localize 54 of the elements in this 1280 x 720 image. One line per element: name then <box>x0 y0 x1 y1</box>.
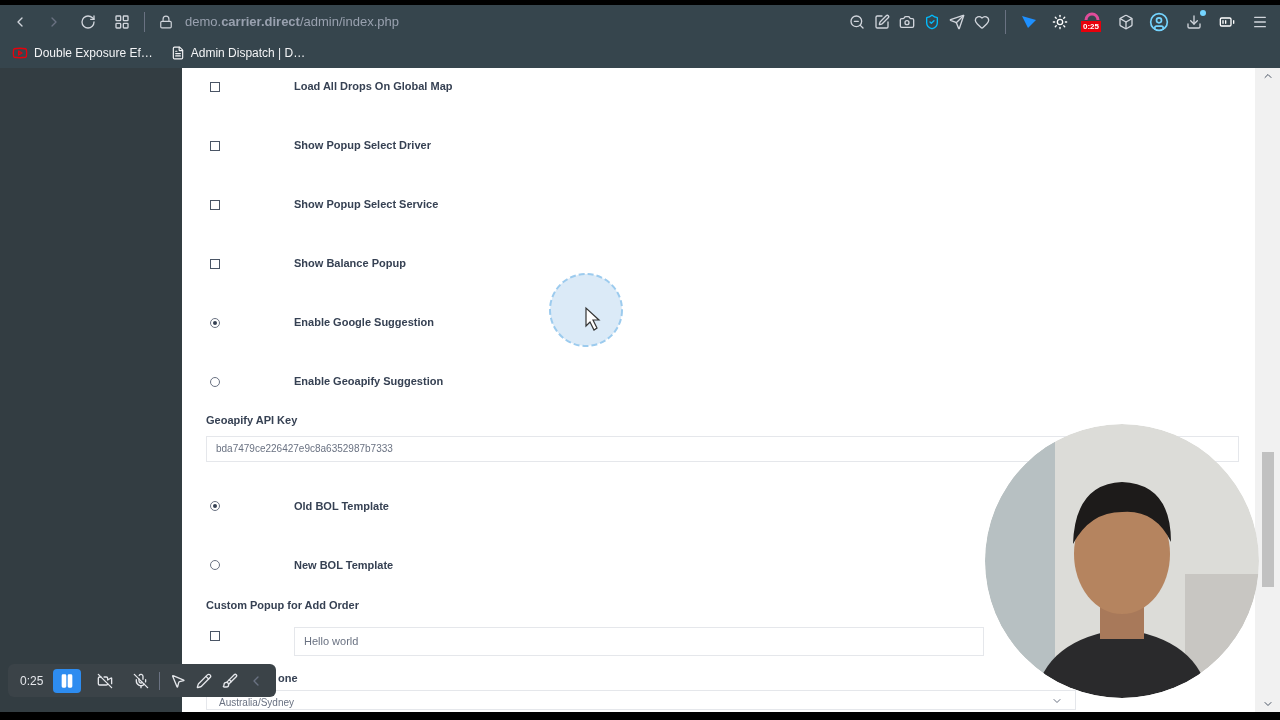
download-icon[interactable] <box>1186 13 1202 30</box>
checkbox[interactable] <box>210 199 220 210</box>
document-icon <box>170 46 185 60</box>
sun-icon[interactable] <box>1052 13 1068 30</box>
shield-icon[interactable] <box>924 13 940 30</box>
lock-icon <box>159 14 173 29</box>
bookmark[interactable]: Double Exposure Ef… <box>12 44 153 62</box>
timer-badge: 0:25 <box>1081 20 1101 32</box>
option-label: New BOL Template <box>294 557 394 573</box>
option-label: Show Balance Popup <box>294 256 406 272</box>
option-label: Old BOL Template <box>294 498 389 514</box>
send-icon[interactable] <box>949 13 965 30</box>
option-label: Show Popup Select Driver <box>294 138 431 154</box>
video-icon <box>12 45 28 61</box>
option-label: Enable Geoapify Suggestion <box>294 374 444 390</box>
heart-icon[interactable] <box>974 13 990 30</box>
recording-time: 0:25 <box>20 672 44 690</box>
zoom-out-icon[interactable] <box>849 13 865 30</box>
cursor-highlight-icon <box>548 272 624 348</box>
popup-text-field[interactable]: Hello world <box>294 626 984 656</box>
camera-icon[interactable] <box>899 13 915 30</box>
reload-icon[interactable] <box>80 13 96 30</box>
address-bar[interactable]: demo.carrier.direct/admin/index.php <box>185 11 399 32</box>
radio-button[interactable] <box>210 560 220 570</box>
scrollbar-thumb[interactable] <box>1261 452 1274 587</box>
rainbow-icon[interactable] <box>1084 10 1100 20</box>
field-label: Geoapify API Key <box>206 413 299 428</box>
brush-icon[interactable] <box>222 672 239 689</box>
option-label: Load All Drops On Global Map <box>294 79 453 95</box>
bookmark[interactable]: Admin Dispatch | D… <box>170 44 306 62</box>
radio-button[interactable] <box>210 317 220 328</box>
checkbox[interactable] <box>210 258 220 269</box>
cube-icon[interactable] <box>1118 13 1134 30</box>
edit-icon[interactable] <box>874 13 890 30</box>
radio-button[interactable] <box>210 501 220 511</box>
pointer-icon[interactable] <box>170 672 187 689</box>
pencil-icon[interactable] <box>196 672 213 689</box>
section-label: Custom Popup for Add Order <box>206 598 359 614</box>
triangle-logo-icon[interactable] <box>1021 13 1037 30</box>
radio-button[interactable] <box>210 376 220 387</box>
section-label: one <box>278 671 298 687</box>
scrollbar[interactable] <box>1255 68 1280 712</box>
mic-off-icon[interactable] <box>133 672 150 689</box>
option-label: Enable Google Suggestion <box>294 315 434 331</box>
checkbox[interactable] <box>210 81 220 92</box>
avatar-icon[interactable] <box>1149 11 1169 32</box>
checkbox[interactable] <box>210 630 220 641</box>
grid-icon[interactable] <box>114 13 130 30</box>
option-label: Show Popup Select Service <box>294 197 439 213</box>
pause-button[interactable] <box>53 668 82 693</box>
api-key-field[interactable]: bda7479ce226427e9c8a6352987b7333 <box>206 435 1239 462</box>
timezone-select[interactable]: Australia/Sydney <box>206 689 1076 710</box>
camera-off-icon[interactable] <box>97 672 114 689</box>
checkbox[interactable] <box>210 140 220 151</box>
